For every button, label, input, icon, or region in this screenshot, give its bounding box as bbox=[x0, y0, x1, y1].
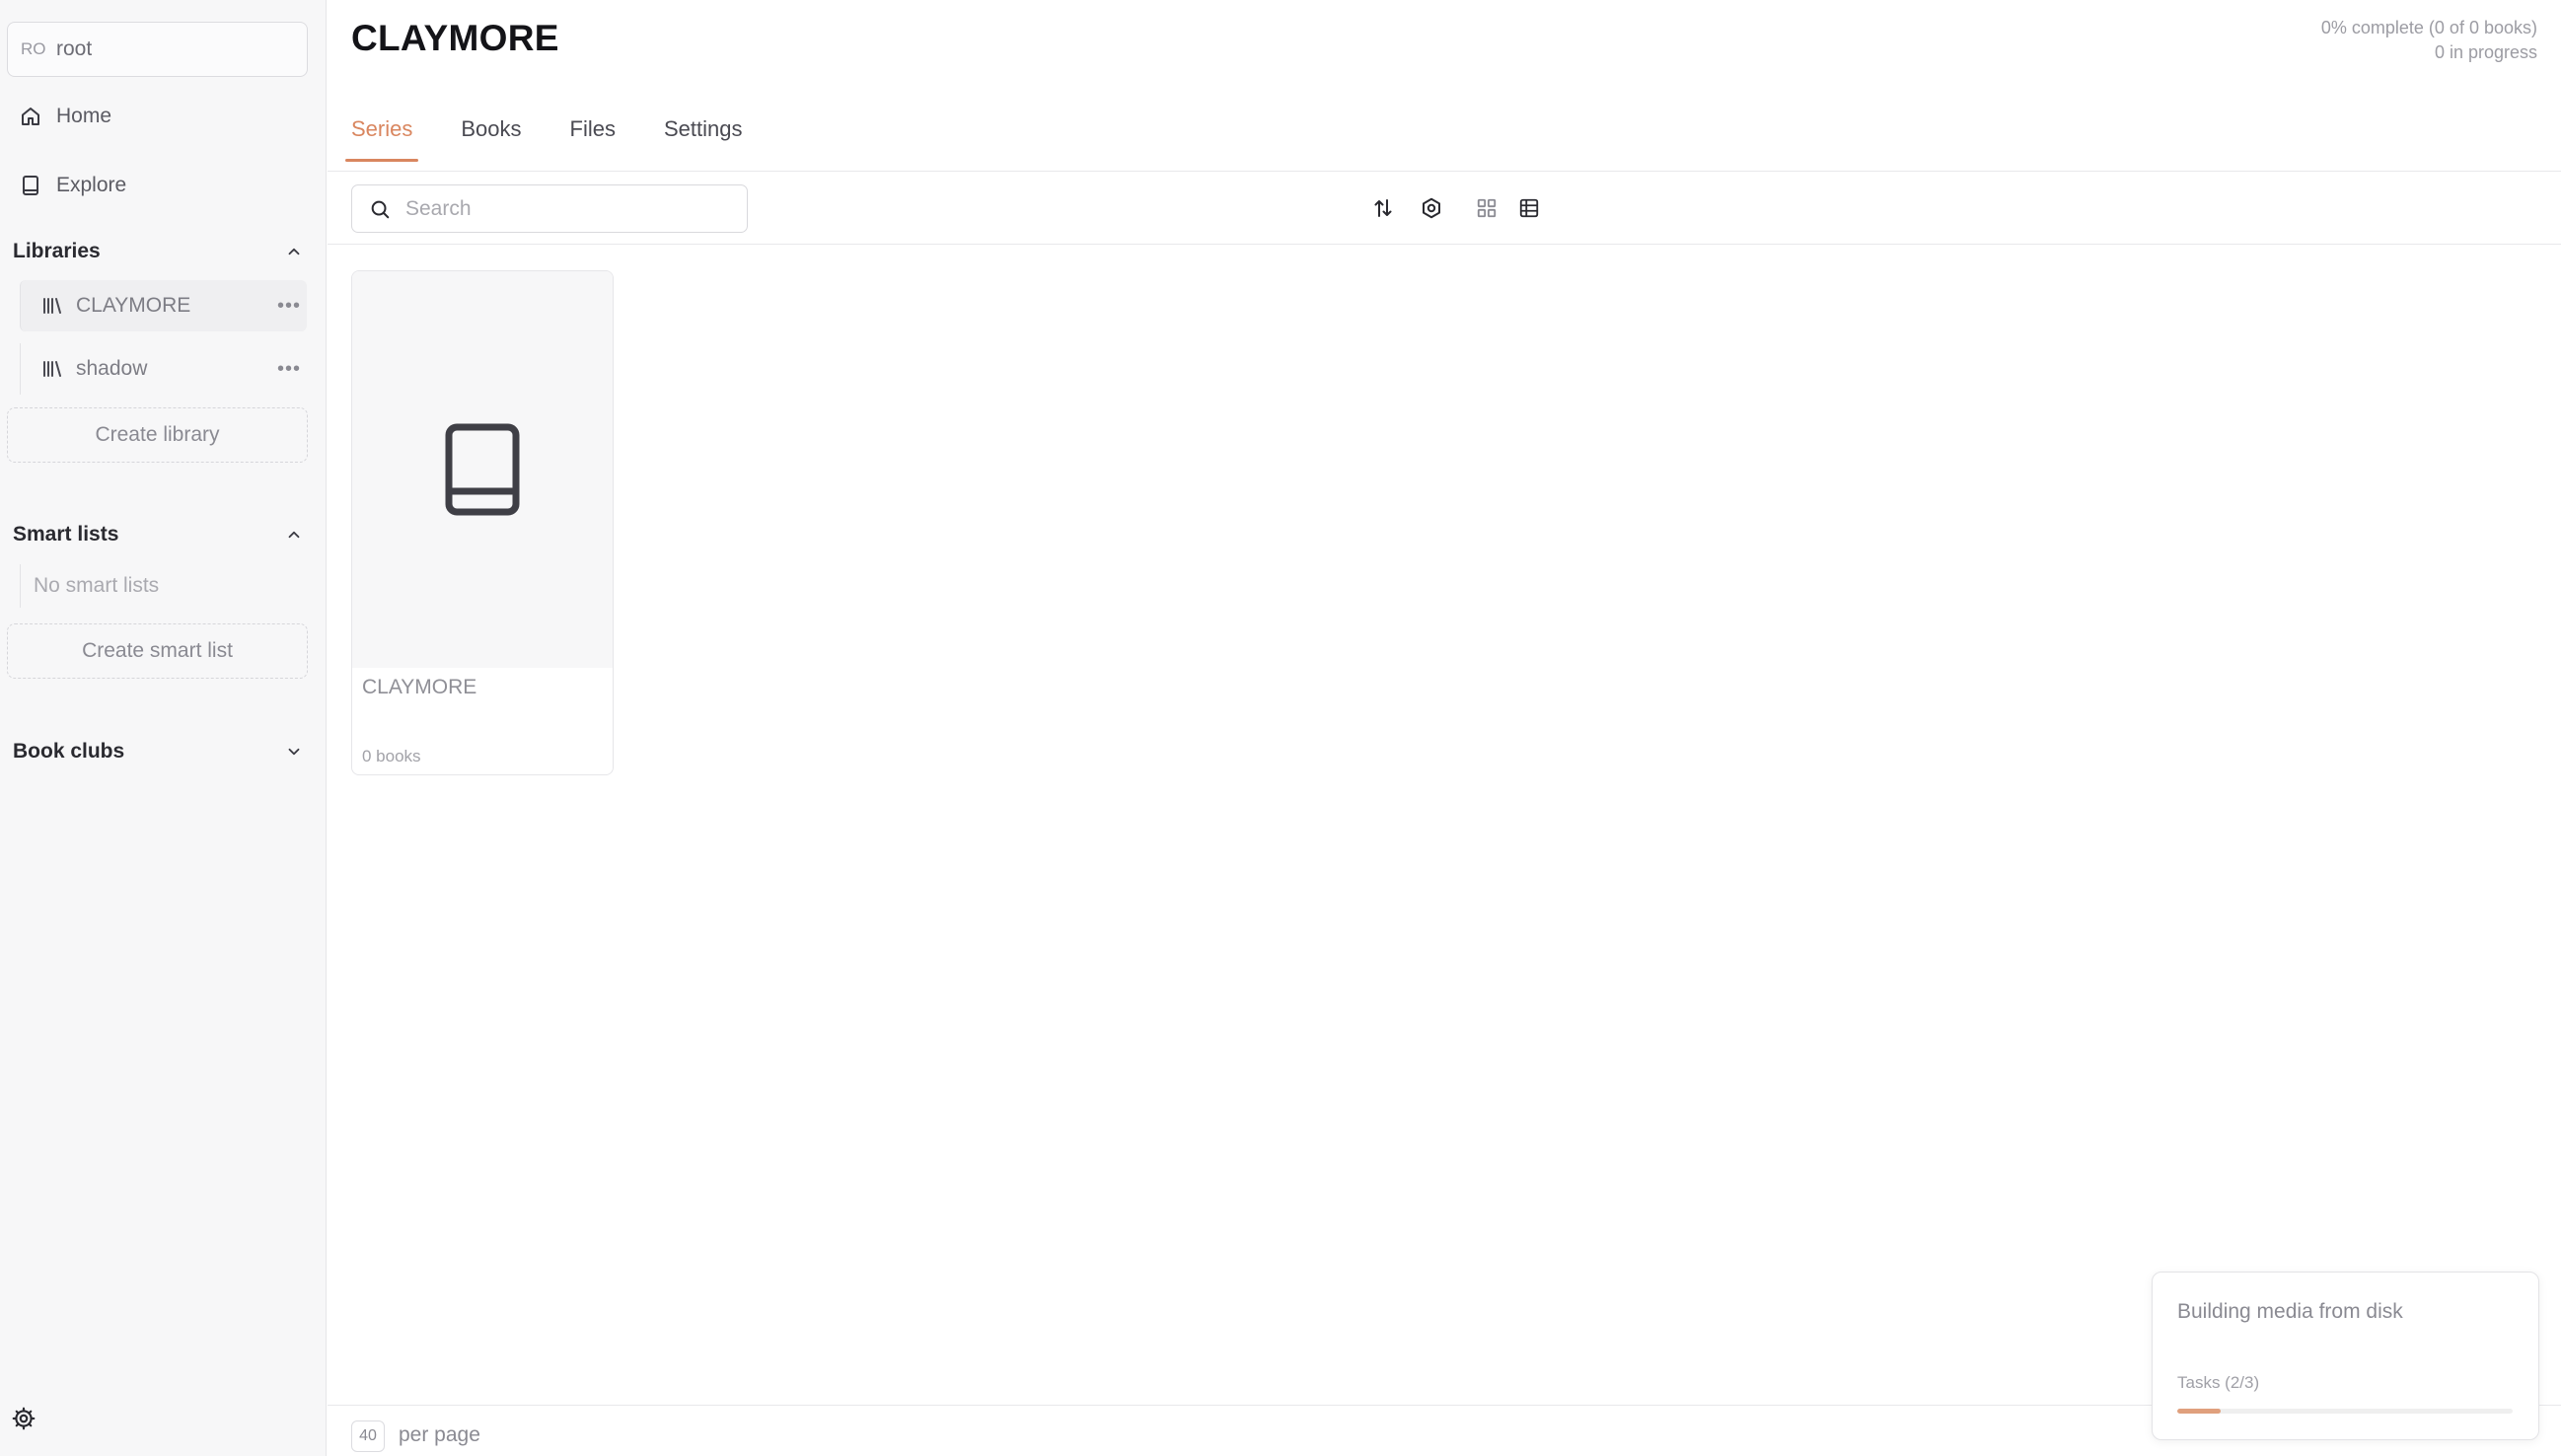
book-clubs-expand-toggle[interactable] bbox=[281, 739, 307, 764]
library-item-claymore[interactable]: CLAYMORE ••• bbox=[20, 280, 307, 331]
user-avatar-initials: RO bbox=[21, 39, 46, 58]
page-title: CLAYMORE bbox=[351, 18, 559, 58]
grid-view-icon bbox=[1477, 198, 1497, 218]
create-library-button[interactable]: Create library bbox=[7, 407, 308, 463]
grid-view-button[interactable] bbox=[1473, 194, 1500, 222]
home-icon bbox=[22, 108, 39, 125]
per-page-label: per page bbox=[399, 1423, 480, 1446]
book-icon bbox=[23, 176, 38, 195]
sidebar: RO root Home Explore Libraries CLAYMORE … bbox=[0, 0, 327, 1456]
progress-complete-text: 0% complete (0 of 0 books) bbox=[2320, 18, 2537, 37]
tabs-divider bbox=[328, 171, 2561, 172]
user-menu[interactable]: RO root bbox=[7, 22, 308, 77]
smart-lists-title: Smart lists bbox=[13, 523, 119, 546]
job-progress-bar bbox=[2177, 1409, 2513, 1414]
library-item-label: CLAYMORE bbox=[76, 294, 191, 317]
gear-icon[interactable] bbox=[11, 1406, 37, 1431]
toolbar-divider bbox=[328, 244, 2561, 245]
book-clubs-section-header: Book clubs bbox=[13, 739, 307, 764]
library-progress: 0% complete (0 of 0 books) 0 in progress bbox=[2321, 16, 2537, 65]
tab-series[interactable]: Series bbox=[344, 116, 419, 162]
library-item-label: shadow bbox=[76, 357, 148, 380]
library-more-button[interactable]: ••• bbox=[275, 295, 303, 318]
per-page-select[interactable]: 40 bbox=[351, 1420, 385, 1452]
nav-explore[interactable]: Explore bbox=[19, 174, 126, 197]
smart-lists-section-header: Smart lists bbox=[13, 522, 307, 547]
progress-in-progress-text: 0 in progress bbox=[2434, 42, 2537, 62]
book-clubs-title: Book clubs bbox=[13, 740, 125, 763]
tab-books[interactable]: Books bbox=[461, 116, 521, 162]
library-tabs: Series Books Files Settings bbox=[344, 116, 743, 162]
series-card[interactable]: CLAYMORE 0 books bbox=[351, 270, 614, 775]
nav-explore-label: Explore bbox=[56, 174, 127, 196]
chevron-down-icon bbox=[288, 748, 300, 756]
nav-home-label: Home bbox=[56, 105, 112, 127]
nav-home[interactable]: Home bbox=[19, 105, 111, 128]
job-tasks-label: Tasks (2/3) bbox=[2177, 1373, 2260, 1392]
view-settings-button[interactable] bbox=[1418, 194, 1445, 222]
tab-settings[interactable]: Settings bbox=[664, 116, 743, 162]
sort-icon bbox=[1374, 199, 1392, 217]
app-root: RO root Home Explore Libraries CLAYMORE … bbox=[0, 0, 2561, 1456]
library-icon bbox=[43, 361, 61, 377]
tab-files[interactable]: Files bbox=[570, 116, 616, 162]
chevron-up-icon bbox=[288, 531, 300, 539]
series-book-count: 0 books bbox=[362, 747, 421, 765]
job-progress-toast: Building media from disk Tasks (2/3) bbox=[2152, 1272, 2539, 1440]
job-progress-fill bbox=[2177, 1409, 2222, 1414]
library-item-shadow[interactable]: shadow ••• bbox=[20, 343, 307, 395]
book-icon bbox=[445, 423, 520, 516]
search-icon bbox=[371, 200, 390, 218]
chevron-up-icon bbox=[288, 248, 300, 255]
libraries-section-header: Libraries bbox=[13, 239, 307, 264]
smart-lists-empty-note: No smart lists bbox=[20, 564, 307, 608]
user-name: root bbox=[56, 37, 93, 60]
libraries-collapse-toggle[interactable] bbox=[281, 239, 307, 264]
table-view-icon bbox=[1519, 198, 1539, 218]
series-cover bbox=[352, 271, 613, 668]
search-input[interactable] bbox=[405, 196, 721, 221]
job-title: Building media from disk bbox=[2177, 1300, 2403, 1323]
table-view-button[interactable] bbox=[1515, 194, 1543, 222]
settings-icon bbox=[1423, 197, 1440, 219]
sort-button[interactable] bbox=[1369, 194, 1397, 222]
main-content: CLAYMORE 0% complete (0 of 0 books) 0 in… bbox=[328, 0, 2561, 1456]
library-more-button[interactable]: ••• bbox=[275, 358, 303, 381]
libraries-title: Libraries bbox=[13, 240, 101, 262]
create-smart-list-button[interactable]: Create smart list bbox=[7, 623, 308, 679]
search-field[interactable] bbox=[351, 184, 748, 233]
library-icon bbox=[43, 298, 61, 314]
smart-lists-collapse-toggle[interactable] bbox=[281, 522, 307, 547]
series-title: CLAYMORE bbox=[362, 676, 477, 698]
